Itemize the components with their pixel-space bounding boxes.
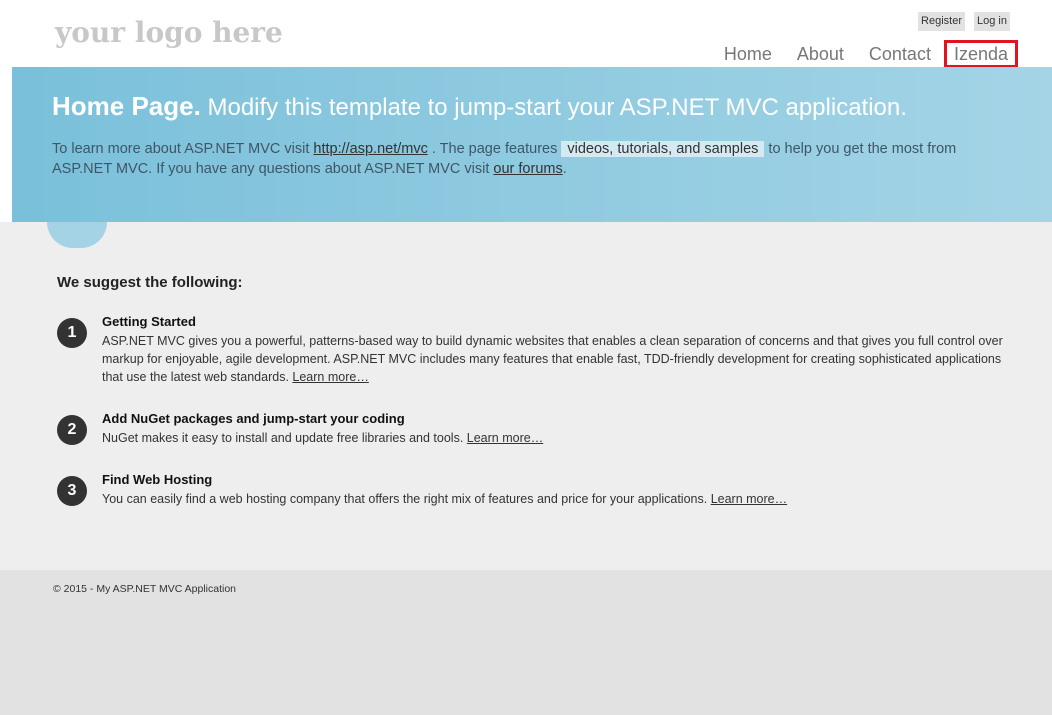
site-header: your logo here Register Log in Home Abou… (0, 0, 1052, 68)
hero-title: Home Page. Modify this template to jump-… (52, 91, 907, 122)
item-body-text: ASP.NET MVC gives you a powerful, patter… (102, 334, 1003, 384)
copyright-text: © 2015 - My ASP.NET MVC Application (53, 583, 237, 595)
site-logo[interactable]: your logo here (55, 16, 283, 49)
featured-hero: Home Page. Modify this template to jump-… (12, 67, 1052, 223)
item-body: ASP.NET MVC gives you a powerful, patter… (102, 332, 1007, 386)
learn-more-link[interactable]: Learn more… (467, 431, 543, 445)
item-title: Getting Started (102, 314, 196, 329)
main-content: We suggest the following: 1 Getting Star… (0, 222, 1052, 570)
step-number: 3 (57, 476, 87, 506)
learn-more-link[interactable]: Learn more… (292, 370, 368, 384)
item-body-text: You can easily find a web hosting compan… (102, 492, 711, 506)
nav-contact[interactable]: Contact (869, 43, 931, 65)
videos-tutorials-link[interactable]: videos, tutorials, and samples (561, 141, 765, 157)
step-number: 2 (57, 415, 87, 445)
item-title: Find Web Hosting (102, 472, 213, 487)
asp-net-mvc-link[interactable]: http://asp.net/mvc (313, 141, 427, 157)
step-number: 1 (57, 318, 87, 348)
nav-about[interactable]: About (797, 43, 844, 65)
item-title: Add NuGet packages and jump-start your c… (102, 411, 405, 426)
forums-link[interactable]: our forums (493, 161, 562, 177)
item-body: You can easily find a web hosting compan… (102, 490, 1007, 508)
hero-text-part: . The page features (427, 141, 562, 157)
login-link[interactable]: Log in (974, 12, 1010, 31)
main-nav: Home About Contact Izenda (699, 40, 1018, 68)
site-footer: © 2015 - My ASP.NET MVC Application (0, 570, 1052, 715)
hero-text-part: . (562, 161, 567, 177)
learn-more-link[interactable]: Learn more… (711, 492, 787, 506)
hero-text-part: To learn more about ASP.NET MVC visit (52, 141, 314, 157)
item-body-text: NuGet makes it easy to install and updat… (102, 431, 467, 445)
nav-home[interactable]: Home (724, 43, 772, 65)
hero-title-rest: Modify this template to jump-start your … (200, 94, 907, 121)
nav-izenda[interactable]: Izenda (943, 40, 1018, 68)
item-body: NuGet makes it easy to install and updat… (102, 429, 1007, 447)
register-link[interactable]: Register (918, 12, 966, 31)
login-links: Register Log in (918, 12, 1010, 31)
hero-title-strong: Home Page. (52, 91, 201, 121)
suggest-heading: We suggest the following: (57, 274, 243, 291)
hero-text: To learn more about ASP.NET MVC visit ht… (52, 139, 1002, 179)
